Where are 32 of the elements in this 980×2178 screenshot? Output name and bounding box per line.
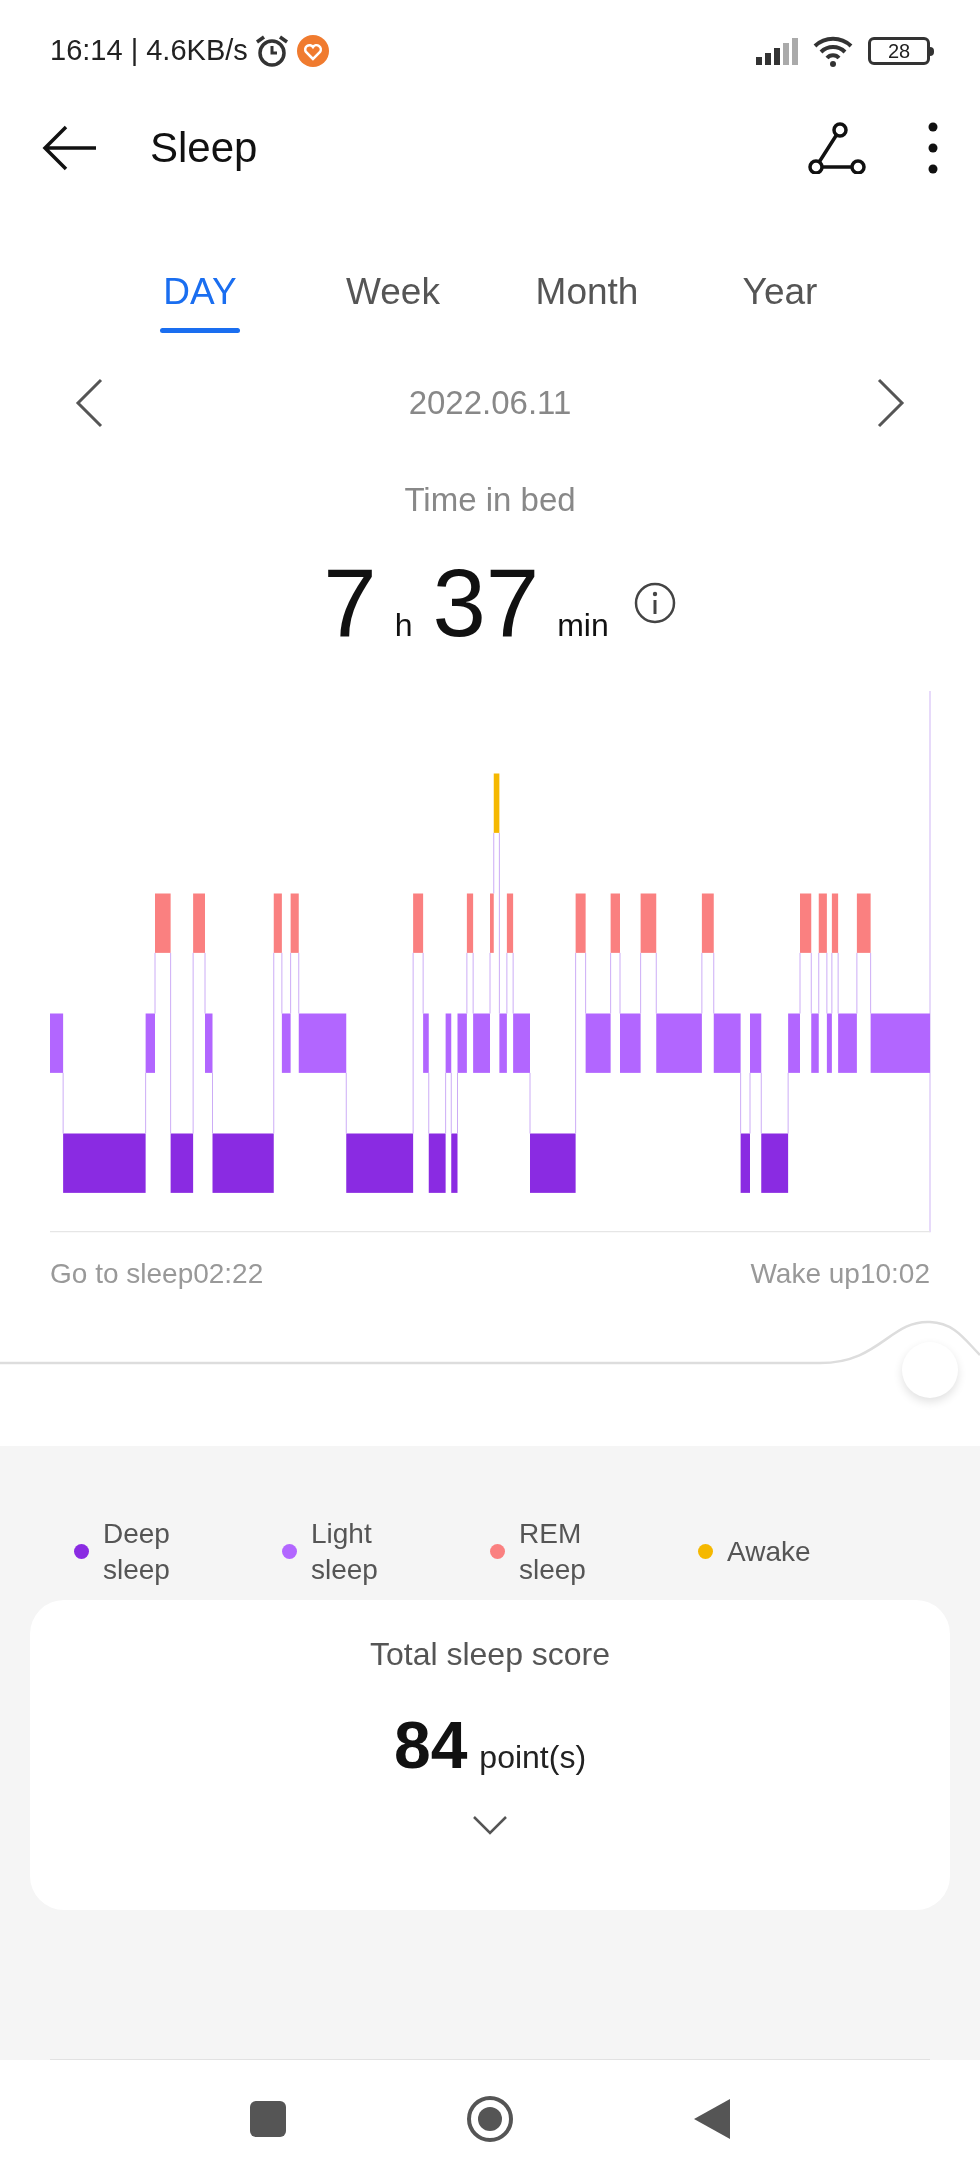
period-tab[interactable]: DAY	[160, 264, 240, 333]
wake-up-label: Wake up10:02	[750, 1256, 930, 1291]
recent-apps-icon[interactable]	[250, 2101, 286, 2137]
legend-label: REM sleep	[519, 1516, 587, 1587]
back-triangle-icon[interactable]	[694, 2099, 730, 2139]
info-icon[interactable]	[632, 580, 677, 625]
time-in-bed-label: Time in bed	[404, 480, 576, 520]
date-label: 2022.06.11	[408, 383, 572, 424]
legend-label: Awake	[727, 1534, 812, 1569]
alarm-icon	[253, 34, 290, 68]
sleep-start-label: Go to sleep02:22	[50, 1256, 264, 1291]
page-title: Sleep	[150, 123, 258, 173]
hours-value: 7	[323, 554, 377, 651]
score-unit: point(s)	[479, 1737, 587, 1777]
minutes-value: 37	[432, 554, 540, 651]
more-options-icon[interactable]	[928, 121, 938, 174]
expand-chevron-icon[interactable]	[472, 1814, 508, 1835]
score-title: Total sleep score	[369, 1634, 611, 1674]
home-icon[interactable]	[466, 2095, 514, 2143]
legend-label: Deep sleep	[103, 1516, 171, 1587]
share-icon[interactable]	[808, 121, 866, 174]
period-tab[interactable]: Month	[535, 264, 639, 320]
back-arrow-icon[interactable]	[42, 123, 98, 172]
status-time: 16:14 | 4.6KB/s	[50, 33, 248, 69]
signal-icon	[756, 37, 800, 65]
score-value: 84	[393, 1706, 468, 1784]
legend-label: Light sleep	[311, 1516, 379, 1587]
hours-unit: h	[394, 605, 413, 645]
period-tab[interactable]: Week	[346, 264, 440, 320]
period-tab[interactable]: Year	[742, 264, 818, 320]
minutes-unit: min	[557, 605, 609, 645]
heart-badge-icon	[295, 34, 330, 68]
